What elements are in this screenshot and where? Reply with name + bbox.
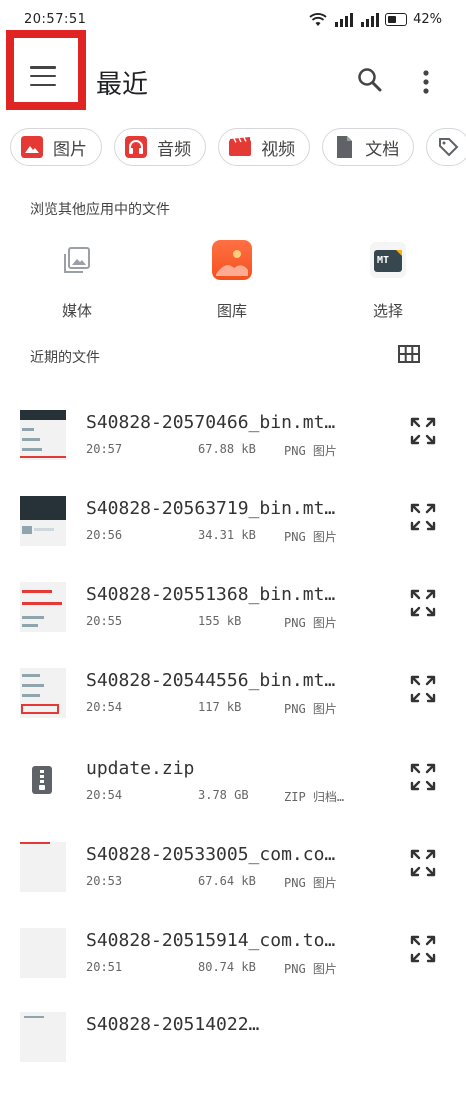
- file-row[interactable]: S40828-20544556_bin.mt… 20:54 117 kB PNG…: [0, 668, 466, 754]
- file-type: PNG 图片: [284, 962, 337, 976]
- expand-icon[interactable]: [409, 762, 437, 792]
- file-thumbnail: [20, 1012, 66, 1062]
- label-icon: [439, 138, 459, 157]
- file-name: S40828-20533005_com.co…: [86, 844, 336, 865]
- chip-documents[interactable]: 文档: [322, 128, 415, 166]
- file-row[interactable]: S40828-20551368_bin.mt… 20:55 155 kB PNG…: [0, 582, 466, 668]
- file-row[interactable]: S40828-20533005_com.co… 20:53 67.64 kB P…: [0, 842, 466, 928]
- grid-view-icon[interactable]: [398, 345, 420, 363]
- file-type: PNG 图片: [284, 876, 337, 890]
- chip-more[interactable]: [426, 128, 466, 166]
- battery-percent: 42%: [413, 12, 442, 27]
- file-time: 20:54: [86, 700, 123, 714]
- app-media[interactable]: 媒体: [27, 240, 127, 321]
- file-type: PNG 图片: [284, 616, 337, 630]
- recent-section-label: 近期的文件: [30, 350, 100, 366]
- media-icon: [64, 247, 90, 273]
- page-title: 最近: [96, 70, 149, 100]
- file-type: ZIP 归档…: [284, 790, 345, 804]
- app-gallery[interactable]: 图库: [182, 240, 282, 321]
- file-time: 20:57: [86, 442, 123, 456]
- headphones-icon: [125, 136, 148, 158]
- file-time: 20:56: [86, 528, 123, 542]
- file-size: 67.64 kB: [198, 874, 256, 888]
- browse-section-label: 浏览其他应用中的文件: [30, 202, 170, 218]
- expand-icon[interactable]: [409, 848, 437, 878]
- file-name: S40828-20551368_bin.mt…: [86, 584, 336, 605]
- chip-video[interactable]: 视频: [218, 128, 311, 166]
- file-size: 80.74 kB: [198, 960, 256, 974]
- expand-icon[interactable]: [409, 588, 437, 618]
- file-name: S40828-20514022…: [86, 1014, 260, 1035]
- more-vert-icon[interactable]: [412, 68, 440, 96]
- file-thumbnail: [20, 668, 66, 718]
- file-thumbnail: [20, 928, 66, 978]
- chip-label: 文档: [365, 139, 400, 160]
- file-type: PNG 图片: [284, 702, 337, 716]
- file-name: S40828-20570466_bin.mt…: [86, 412, 336, 433]
- signal-icon: [335, 12, 354, 27]
- file-row[interactable]: S40828-20515914_com.to… 20:51 80.74 kB P…: [0, 928, 466, 1014]
- hamburger-icon[interactable]: [30, 66, 56, 86]
- file-row[interactable]: S40828-20514022…: [0, 1012, 466, 1098]
- file-thumbnail: [20, 496, 66, 546]
- battery-icon: [385, 13, 408, 26]
- zip-file-icon: [32, 766, 52, 794]
- app-label: 选择: [372, 302, 403, 320]
- expand-icon[interactable]: [409, 674, 437, 704]
- filter-chips: 图片 音频 视频 文档: [10, 128, 466, 168]
- signal-icon-2: [361, 12, 380, 27]
- file-name: S40828-20515914_com.to…: [86, 930, 336, 951]
- status-icons: 42%: [309, 12, 442, 27]
- chip-label: 图片: [53, 139, 87, 160]
- mt-badge: MT: [377, 255, 390, 266]
- expand-icon[interactable]: [409, 934, 437, 964]
- file-time: 20:54: [86, 788, 123, 802]
- file-size: 3.78 GB: [198, 788, 249, 802]
- file-thumbnail: [20, 842, 66, 892]
- file-size: 155 kB: [198, 614, 242, 628]
- file-name: update.zip: [86, 758, 195, 779]
- chip-label: 视频: [261, 139, 296, 160]
- status-time: 20:57:51: [24, 12, 87, 27]
- file-row[interactable]: S40828-20563719_bin.mt… 20:56 34.31 kB P…: [0, 496, 466, 582]
- chip-images[interactable]: 图片: [10, 128, 102, 166]
- file-time: 20:55: [86, 614, 123, 628]
- app-label: 媒体: [61, 302, 92, 320]
- file-type: PNG 图片: [284, 530, 337, 544]
- file-thumbnail: [20, 410, 66, 460]
- file-name: S40828-20563719_bin.mt…: [86, 498, 336, 519]
- document-icon: [337, 136, 353, 158]
- expand-icon[interactable]: [409, 502, 437, 532]
- file-thumbnail: [20, 582, 66, 632]
- file-time: 20:51: [86, 960, 123, 974]
- app-select-mt[interactable]: MT 选择: [338, 240, 438, 321]
- app-toolbar: 最近: [0, 30, 466, 120]
- file-type: PNG 图片: [284, 444, 337, 458]
- image-icon: [21, 136, 43, 158]
- expand-icon[interactable]: [409, 416, 437, 446]
- gallery-icon: [212, 240, 252, 280]
- file-size: 67.88 kB: [198, 442, 256, 456]
- chip-label: 音频: [157, 139, 192, 160]
- app-label: 图库: [216, 302, 247, 320]
- chip-audio[interactable]: 音频: [114, 128, 207, 166]
- file-name: S40828-20544556_bin.mt…: [86, 670, 336, 691]
- wifi-icon: [309, 12, 327, 26]
- file-size: 34.31 kB: [198, 528, 256, 542]
- movie-icon: [229, 137, 252, 156]
- file-row[interactable]: update.zip 20:54 3.78 GB ZIP 归档…: [0, 756, 466, 842]
- file-row[interactable]: S40828-20570466_bin.mt… 20:57 67.88 kB P…: [0, 410, 466, 496]
- file-size: 117 kB: [198, 700, 242, 714]
- file-time: 20:53: [86, 874, 123, 888]
- search-icon[interactable]: [356, 66, 384, 94]
